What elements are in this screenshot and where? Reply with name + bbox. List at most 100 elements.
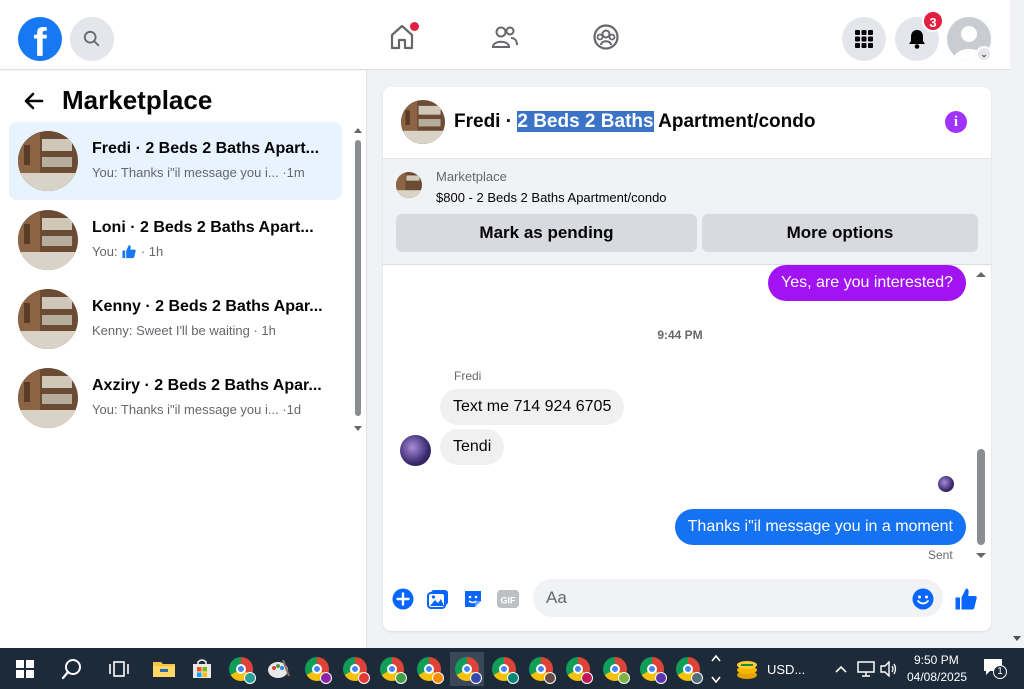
sticker-button[interactable] [461,587,485,611]
bell-icon [909,30,925,49]
action-center-button[interactable]: 1 [982,656,1008,682]
attach-photo-button[interactable] [426,587,450,611]
outgoing-message[interactable]: Thanks i"il message you in a moment [674,509,966,545]
conversation-item[interactable]: Kenny · 2 Beds 2 Baths Apar... Kenny: Sw… [9,280,342,358]
microsoft-store-button[interactable] [185,652,219,686]
chrome-icon [343,657,370,684]
scroll-up-icon[interactable] [975,270,987,278]
listing-price-title[interactable]: $800 - 2 Beds 2 Baths Apartment/condo [436,190,667,205]
gif-button[interactable]: GIF [496,587,520,611]
taskbar-overflow-arrows[interactable] [709,650,723,687]
chrome-window-button[interactable] [412,652,446,686]
chrome-window-button[interactable] [598,652,632,686]
search-button[interactable] [70,17,114,61]
scrollbar-thumb[interactable] [355,140,361,416]
currency-widget[interactable]: USD... [735,652,815,686]
chat-title[interactable]: Fredi · 2 Beds 2 Baths Apartment/condo [454,111,815,133]
send-like-button[interactable] [954,587,978,611]
listing-thumbnail [18,131,78,191]
chrome-icon [417,657,444,684]
plus-circle-icon [392,588,414,610]
emoji-button[interactable] [911,587,935,611]
menu-button[interactable] [842,17,886,61]
mark-as-pending-button[interactable]: Mark as pending [396,214,697,252]
chat-header: Fredi · 2 Beds 2 Baths Apartment/condo i [383,87,991,159]
chrome-window-button[interactable] [635,652,669,686]
more-options-button[interactable]: More options [702,214,978,252]
chrome-window-button[interactable] [561,652,595,686]
scroll-down-icon[interactable] [353,425,363,433]
conversation-item[interactable]: Axziry · 2 Beds 2 Baths Apar... You: Tha… [9,359,342,437]
chrome-icon [229,657,256,684]
incoming-message[interactable]: Tendi [440,429,505,465]
currency-coins-icon [737,661,757,679]
marketplace-conversations-panel: Marketplace Fredi · 2 Beds 2 Baths Apart… [0,71,367,648]
listing-thumbnail [18,368,78,428]
friends-nav-button[interactable] [489,22,519,52]
chevron-up-icon[interactable] [709,652,723,664]
scroll-down-icon[interactable] [1010,634,1024,644]
chrome-window-button[interactable] [375,652,409,686]
listing-thumbnail [18,289,78,349]
outgoing-message[interactable]: Yes, are you interested? [768,265,966,301]
scroll-down-icon[interactable] [975,552,987,560]
notifications-badge: 3 [922,10,944,32]
conversation-item[interactable]: Fredi · 2 Beds 2 Baths Apart... You: Tha… [9,122,342,200]
chrome-window-button[interactable] [338,652,372,686]
chevron-down-icon[interactable]: ⌄ [976,46,992,62]
clock-date[interactable]: 04/08/2025 [907,670,967,684]
network-icon[interactable] [857,661,875,677]
scrollbar-thumb[interactable] [977,449,985,545]
emoji-icon [912,588,934,610]
preview-prefix: You: [92,244,118,259]
listing-thumbnail[interactable] [396,172,422,198]
search-icon [83,30,100,47]
windows-icon [16,660,34,678]
home-notification-dot [410,22,419,31]
clock-time[interactable]: 9:50 PM [914,653,959,667]
file-explorer-button[interactable] [147,652,181,686]
conversation-item[interactable]: Loni · 2 Beds 2 Baths Apart... You: · 1h [9,201,342,279]
chrome-icon [380,657,407,684]
chrome-window-button[interactable] [300,652,334,686]
chat-title-suffix: Apartment/condo [653,111,816,132]
chrome-window-button[interactable] [671,652,705,686]
facebook-logo[interactable]: f [18,17,62,61]
conversation-preview: You: Thanks i"il message you i... ·1d [92,402,302,417]
tray-expand-icon[interactable] [834,664,848,674]
sender-name: Fredi [454,369,482,383]
message-input[interactable] [533,579,943,617]
chrome-window-button-active[interactable] [450,652,484,686]
volume-icon[interactable] [880,661,898,677]
chevron-down-icon[interactable] [709,674,723,686]
paint-button[interactable] [262,652,296,686]
action-center-badge: 1 [993,665,1007,679]
marketplace-listing-card: Marketplace $800 - 2 Beds 2 Baths Apartm… [383,159,991,265]
page-scrollbar[interactable] [1010,0,1024,648]
chrome-icon [529,657,556,684]
task-view-button[interactable] [102,652,136,686]
listing-thumbnail[interactable] [401,100,445,144]
taskbar-search-button[interactable] [55,652,89,686]
groups-nav-button[interactable] [591,22,621,52]
message-status: Sent [928,548,953,562]
start-button[interactable] [8,652,42,686]
incoming-message[interactable]: Text me 714 924 6705 [440,389,625,425]
gif-icon: GIF [497,590,519,608]
chrome-window-button[interactable] [487,652,521,686]
chat-title-prefix: Fredi · [454,111,518,132]
info-icon[interactable]: i [945,111,967,133]
chrome-icon [566,657,593,684]
conversation-name: Fredi · 2 Beds 2 Baths Apart... [92,140,320,157]
conversation-list-scrollbar[interactable] [353,123,363,433]
back-arrow-icon[interactable] [22,89,46,113]
store-icon [193,659,211,678]
scroll-up-icon[interactable] [353,126,363,134]
chrome-window-button[interactable] [224,652,258,686]
chrome-window-button[interactable] [524,652,558,686]
add-attachment-button[interactable] [391,587,415,611]
sender-avatar[interactable] [400,435,431,466]
conversation-preview: You: · 1h [92,244,163,259]
message-thread-scrollbar[interactable] [975,265,987,565]
message-composer: GIF [383,573,991,631]
